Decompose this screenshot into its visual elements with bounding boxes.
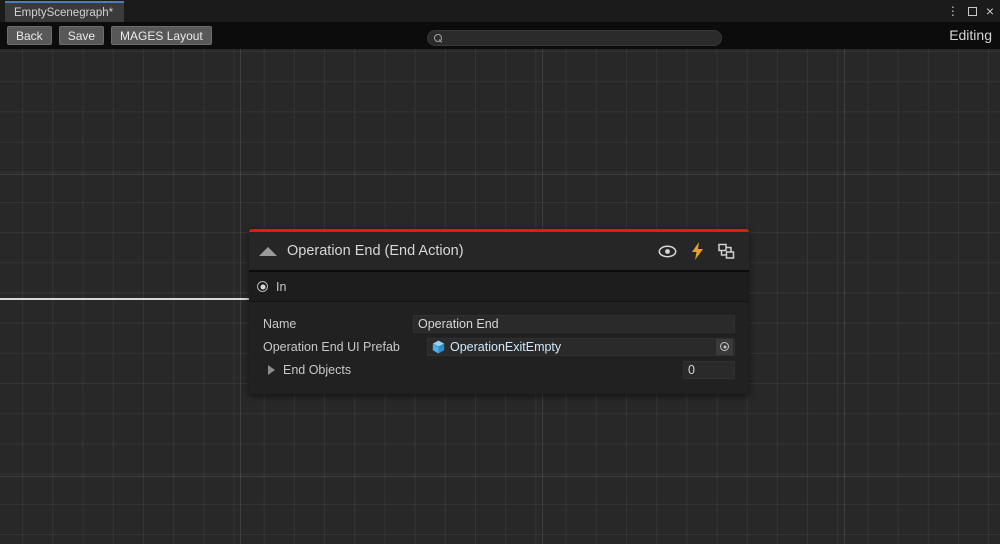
property-row-ui-prefab: Operation End UI Prefab OperationExitEmp…	[263, 336, 735, 357]
editor-tab-label: EmptyScenegraph*	[14, 6, 114, 19]
lightning-bolt-icon[interactable]	[691, 242, 704, 260]
search-icon	[434, 33, 443, 43]
prefab-cube-icon	[432, 340, 445, 354]
ui-prefab-field-label: Operation End UI Prefab	[263, 339, 400, 354]
graph-node-operation-end[interactable]: Operation End (End Action) In Name Opera…	[249, 229, 749, 394]
end-objects-count-input[interactable]: 0	[683, 360, 735, 379]
connection-wire	[0, 298, 250, 300]
node-properties: Name Operation End Operation End UI Pref…	[249, 302, 749, 394]
node-header-icons	[658, 242, 735, 260]
property-row-name: Name Operation End	[263, 313, 735, 334]
kebab-menu-icon[interactable]: ⋮	[947, 5, 959, 17]
search-input[interactable]	[447, 32, 697, 44]
name-input[interactable]: Operation End	[413, 314, 735, 333]
ui-prefab-value: OperationExitEmpty	[450, 339, 562, 354]
editor-tab-empty-scenegraph[interactable]: EmptyScenegraph*	[5, 1, 125, 22]
ui-prefab-object-field[interactable]: OperationExitEmpty	[427, 337, 735, 356]
mages-layout-button[interactable]: MAGES Layout	[111, 26, 212, 45]
property-row-end-objects: End Objects 0	[263, 359, 735, 380]
end-objects-label: End Objects	[283, 362, 352, 377]
maximize-icon[interactable]	[967, 6, 977, 16]
graph-canvas[interactable]: Operation End (End Action) In Name Opera…	[0, 49, 1000, 544]
object-picker-icon[interactable]	[716, 338, 733, 355]
window-title-bar: EmptyScenegraph* ⋮ ×	[0, 0, 1000, 22]
node-header[interactable]: Operation End (End Action)	[249, 232, 749, 272]
name-field-label: Name	[263, 316, 297, 331]
window-controls: ⋮ ×	[947, 0, 994, 22]
collapse-triangle-icon[interactable]	[259, 246, 277, 256]
node-input-ports: In	[249, 272, 749, 302]
search-box[interactable]	[427, 30, 722, 46]
unity-scenegraph-editor-window: EmptyScenegraph* ⋮ × Back Save MAGES Lay…	[0, 0, 1000, 544]
port-in-connector[interactable]	[257, 281, 268, 292]
editing-mode-label: Editing	[949, 27, 992, 43]
eye-icon[interactable]	[658, 245, 677, 258]
save-button[interactable]: Save	[58, 26, 105, 45]
foldout-triangle-icon[interactable]	[268, 364, 275, 375]
close-icon[interactable]: ×	[986, 4, 994, 18]
node-title: Operation End (End Action)	[287, 243, 464, 259]
back-button[interactable]: Back	[7, 26, 52, 45]
node-link-icon[interactable]	[718, 243, 735, 260]
port-in-label: In	[276, 279, 287, 294]
